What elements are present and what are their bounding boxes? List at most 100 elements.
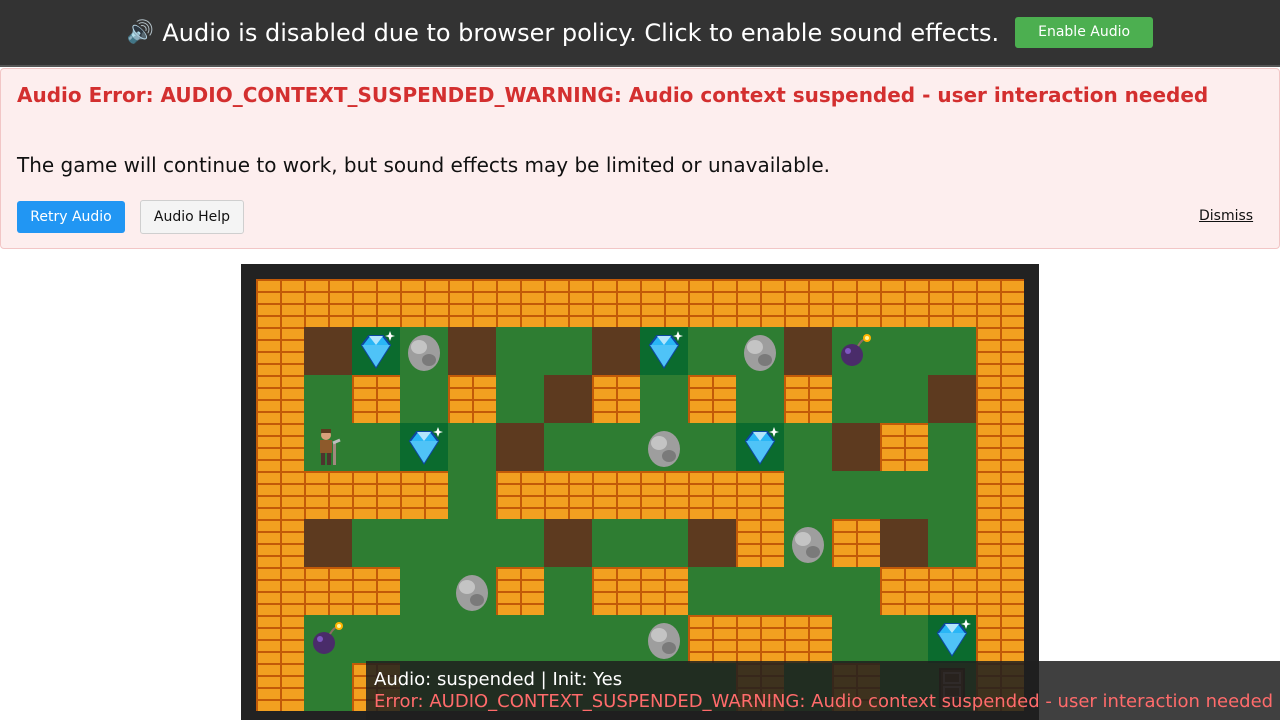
grass-tile bbox=[640, 375, 688, 423]
dirt-tile bbox=[304, 519, 352, 567]
grass-tile bbox=[640, 519, 688, 567]
speaker-icon: 🔊 bbox=[126, 20, 155, 45]
banner-message: Audio is disabled due to browser policy.… bbox=[162, 18, 1000, 47]
wall-tile bbox=[880, 423, 928, 471]
wall-tile bbox=[256, 567, 304, 615]
wall-tile bbox=[256, 519, 304, 567]
grass-tile bbox=[880, 327, 928, 375]
retry-audio-button[interactable]: Retry Audio bbox=[17, 201, 125, 233]
wall-tile bbox=[256, 615, 304, 663]
rock-icon bbox=[448, 567, 496, 615]
wall-tile bbox=[256, 663, 304, 711]
wall-tile bbox=[352, 567, 400, 615]
grass-tile bbox=[592, 423, 640, 471]
grass-tile bbox=[832, 471, 880, 519]
grass-tile bbox=[832, 567, 880, 615]
wall-tile bbox=[256, 279, 304, 327]
bomb-icon bbox=[304, 615, 352, 663]
grass-tile bbox=[592, 519, 640, 567]
audio-error-text: Error: AUDIO_CONTEXT_SUSPENDED_WARNING: … bbox=[374, 691, 1274, 712]
wall-tile bbox=[832, 519, 880, 567]
wall-tile bbox=[544, 471, 592, 519]
rock-icon bbox=[736, 327, 784, 375]
wall-tile bbox=[976, 567, 1024, 615]
enable-audio-button[interactable]: Enable Audio bbox=[1015, 17, 1154, 48]
wall-tile bbox=[352, 279, 400, 327]
grass-tile bbox=[688, 423, 736, 471]
wall-tile bbox=[640, 567, 688, 615]
grass-tile bbox=[784, 471, 832, 519]
wall-tile bbox=[304, 567, 352, 615]
wall-tile bbox=[736, 615, 784, 663]
wall-tile bbox=[352, 375, 400, 423]
dirt-tile bbox=[880, 519, 928, 567]
grass-tile bbox=[688, 567, 736, 615]
grass-tile bbox=[496, 615, 544, 663]
dirt-tile bbox=[496, 423, 544, 471]
grass-tile bbox=[400, 519, 448, 567]
wall-tile bbox=[256, 327, 304, 375]
wall-tile bbox=[640, 471, 688, 519]
grass-tile bbox=[928, 471, 976, 519]
wall-tile bbox=[976, 423, 1024, 471]
grass-tile bbox=[400, 375, 448, 423]
wall-tile bbox=[784, 279, 832, 327]
grass-tile bbox=[448, 519, 496, 567]
grass-tile bbox=[688, 327, 736, 375]
grass-tile bbox=[448, 615, 496, 663]
dismiss-link[interactable]: Dismiss bbox=[1199, 208, 1253, 224]
wall-tile bbox=[688, 615, 736, 663]
wall-tile bbox=[496, 471, 544, 519]
grass-tile bbox=[544, 327, 592, 375]
grass-tile bbox=[928, 423, 976, 471]
grass-tile bbox=[352, 615, 400, 663]
grass-tile bbox=[928, 327, 976, 375]
game-grid[interactable] bbox=[256, 279, 1024, 720]
grass-tile bbox=[880, 375, 928, 423]
wall-tile bbox=[496, 567, 544, 615]
grass-tile bbox=[784, 567, 832, 615]
wall-tile bbox=[448, 375, 496, 423]
diamond-icon bbox=[400, 423, 448, 471]
grass-tile bbox=[736, 567, 784, 615]
wall-tile bbox=[880, 279, 928, 327]
grass-tile bbox=[544, 423, 592, 471]
wall-tile bbox=[544, 279, 592, 327]
wall-tile bbox=[832, 279, 880, 327]
wall-tile bbox=[592, 279, 640, 327]
dirt-tile bbox=[688, 519, 736, 567]
dirt-tile bbox=[592, 327, 640, 375]
wall-tile bbox=[736, 279, 784, 327]
dirt-tile bbox=[448, 327, 496, 375]
wall-tile bbox=[976, 615, 1024, 663]
dirt-tile bbox=[928, 375, 976, 423]
wall-tile bbox=[976, 327, 1024, 375]
audio-help-button[interactable]: Audio Help bbox=[140, 200, 244, 234]
grass-tile bbox=[304, 375, 352, 423]
error-subtitle: The game will continue to work, but soun… bbox=[17, 153, 830, 177]
grass-tile bbox=[880, 615, 928, 663]
rock-icon bbox=[400, 327, 448, 375]
rock-icon bbox=[784, 519, 832, 567]
wall-tile bbox=[736, 519, 784, 567]
rock-icon bbox=[640, 423, 688, 471]
grass-tile bbox=[448, 423, 496, 471]
wall-tile bbox=[304, 279, 352, 327]
wall-tile bbox=[400, 471, 448, 519]
grass-tile bbox=[928, 519, 976, 567]
wall-tile bbox=[736, 471, 784, 519]
wall-tile bbox=[928, 567, 976, 615]
diamond-icon bbox=[352, 327, 400, 375]
wall-tile bbox=[496, 279, 544, 327]
dirt-tile bbox=[544, 519, 592, 567]
audio-error-panel: Audio Error: AUDIO_CONTEXT_SUSPENDED_WAR… bbox=[0, 68, 1280, 249]
bomb-icon bbox=[832, 327, 880, 375]
error-title: Audio Error: AUDIO_CONTEXT_SUSPENDED_WAR… bbox=[17, 83, 1209, 107]
grass-tile bbox=[496, 327, 544, 375]
grass-tile bbox=[736, 375, 784, 423]
dirt-tile bbox=[784, 327, 832, 375]
wall-tile bbox=[448, 279, 496, 327]
diamond-icon bbox=[928, 615, 976, 663]
grass-tile bbox=[400, 567, 448, 615]
wall-tile bbox=[688, 375, 736, 423]
